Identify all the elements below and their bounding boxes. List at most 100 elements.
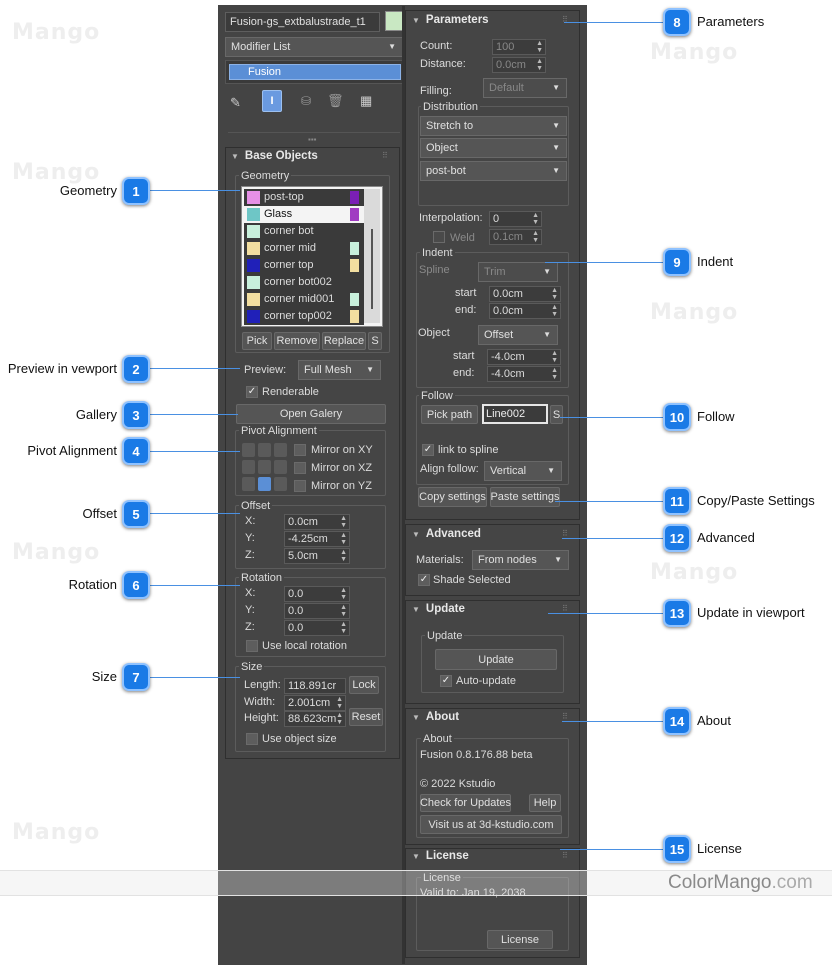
geometry-list-item[interactable]: Glass xyxy=(244,206,364,223)
object-mode-dropdown[interactable]: Offset ▼ xyxy=(478,325,558,345)
help-button[interactable]: Help xyxy=(529,794,561,812)
mirror-xz-checkbox[interactable] xyxy=(294,462,306,474)
use-local-rotation-checkbox[interactable] xyxy=(246,640,258,652)
rollout-grip-icon[interactable]: ⠿ xyxy=(562,529,568,538)
lock-button[interactable]: Lock xyxy=(349,676,379,694)
count-spinner[interactable]: 100 ▲ ▼ xyxy=(492,39,546,55)
rotation-label: Rotation xyxy=(239,572,284,584)
length-spinner[interactable]: 118.891cr xyxy=(284,678,346,694)
geometry-list-item[interactable]: post-top xyxy=(244,189,364,206)
base-objects-header[interactable]: ▼ Base Objects xyxy=(231,150,318,162)
rollout-grip-icon[interactable]: ⠿ xyxy=(562,604,568,613)
shade-selected-checkbox[interactable]: ✓ xyxy=(418,574,430,586)
distribution-mode-dropdown[interactable]: Stretch to ▼ xyxy=(420,116,567,136)
remove-modifier-icon[interactable]: 🗑 xyxy=(327,93,344,109)
materials-dropdown[interactable]: From nodes ▼ xyxy=(472,550,569,570)
offset-y-spinner[interactable]: -4.25cm ▲ ▼ xyxy=(284,531,350,547)
geometry-list-item[interactable]: corner mid001 xyxy=(244,291,364,308)
configure-sets-icon[interactable]: ▦ xyxy=(360,93,372,109)
rotation-z-spinner[interactable]: 0.0 ▲ ▼ xyxy=(284,620,350,636)
pivot-cell[interactable] xyxy=(258,477,271,491)
align-follow-dropdown[interactable]: Vertical ▼ xyxy=(484,461,562,481)
geometry-list-item[interactable]: corner bot xyxy=(244,223,364,240)
rollout-grip-icon[interactable]: ⠿ xyxy=(382,151,388,160)
auto-update-checkbox[interactable]: ✓ xyxy=(440,675,452,687)
offset-x-spinner[interactable]: 0.0cm ▲ ▼ xyxy=(284,514,350,530)
modifier-list-dropdown[interactable]: Modifier List ▼ xyxy=(225,37,403,57)
interpolation-spinner[interactable]: 0 ▲ ▼ xyxy=(489,211,542,227)
geometry-list-item[interactable]: corner bot002 xyxy=(244,274,364,291)
update-button[interactable]: Update xyxy=(435,649,557,670)
stack-item-fusion[interactable]: Fusion xyxy=(229,64,401,80)
check-updates-button[interactable]: Check for Updates xyxy=(420,794,511,812)
pick-path-button[interactable]: Pick path xyxy=(421,405,478,424)
list-scrollbar[interactable] xyxy=(364,189,380,323)
geometry-secondary-swatch xyxy=(350,208,359,221)
paste-settings-button[interactable]: Paste settings xyxy=(490,487,560,507)
pivot-cell[interactable] xyxy=(274,477,287,491)
spline-mode-dropdown[interactable]: Trim ▼ xyxy=(478,262,558,282)
use-object-size-checkbox[interactable] xyxy=(246,733,258,745)
spline-start-spinner[interactable]: 0.0cm ▲ ▼ xyxy=(489,286,561,302)
weld-checkbox[interactable] xyxy=(433,231,445,243)
scrollbar-thumb[interactable] xyxy=(371,229,373,309)
object-name: Fusion-gs_extbalustrade_t1 xyxy=(230,16,366,28)
preview-dropdown[interactable]: Full Mesh ▼ xyxy=(298,360,381,380)
license-header[interactable]: ▼ License xyxy=(412,850,469,862)
mirror-xy-checkbox[interactable] xyxy=(294,444,306,456)
update-header[interactable]: ▼ Update xyxy=(412,603,465,615)
renderable-checkbox[interactable]: ✓ xyxy=(246,386,258,398)
geometry-list-item[interactable]: corner top xyxy=(244,257,364,274)
reset-button[interactable]: Reset xyxy=(349,708,383,726)
pick-button[interactable]: Pick xyxy=(242,332,272,350)
auto-update-label: Auto-update xyxy=(456,675,516,687)
callout-badge: 6 xyxy=(122,571,150,599)
distribution-target-dropdown[interactable]: Object ▼ xyxy=(420,138,567,158)
pivot-cell[interactable] xyxy=(258,460,271,474)
show-end-result-icon[interactable]: I xyxy=(262,90,282,112)
object-end-spinner[interactable]: -4.0cm ▲ ▼ xyxy=(487,366,561,382)
open-gallery-button[interactable]: Open Galery xyxy=(236,404,386,424)
license-button[interactable]: License xyxy=(487,930,553,949)
rollout-grip-icon[interactable]: ⠿ xyxy=(562,851,568,860)
rotation-x-spinner[interactable]: 0.0 ▲ ▼ xyxy=(284,586,350,602)
about-header[interactable]: ▼ About xyxy=(412,711,459,723)
rollout-grip-icon[interactable]: ⠿ xyxy=(562,712,568,721)
distribution-object-dropdown[interactable]: post-bot ▼ xyxy=(420,161,567,181)
pivot-cell[interactable] xyxy=(242,443,255,457)
offset-z-spinner[interactable]: 5.0cm ▲ ▼ xyxy=(284,548,350,564)
path-s-button[interactable]: S xyxy=(550,405,563,424)
rotation-y-spinner[interactable]: 0.0 ▲ ▼ xyxy=(284,603,350,619)
advanced-header[interactable]: ▼ Advanced xyxy=(412,528,481,540)
mirror-yz-checkbox[interactable] xyxy=(294,480,306,492)
s-button[interactable]: S xyxy=(368,332,382,350)
pivot-cell[interactable] xyxy=(242,477,255,491)
width-spinner[interactable]: 2.001cm ▲ ▼ xyxy=(284,695,346,711)
object-color-swatch[interactable] xyxy=(385,11,403,31)
replace-button[interactable]: Replace xyxy=(322,332,366,350)
make-unique-icon[interactable]: ⛁ xyxy=(301,94,311,108)
height-spinner[interactable]: 88.623cm ▲ ▼ xyxy=(284,711,346,727)
pivot-cell[interactable] xyxy=(242,460,255,474)
object-name-field[interactable]: Fusion-gs_extbalustrade_t1 xyxy=(225,12,380,32)
link-to-spline-checkbox[interactable]: ✓ xyxy=(422,444,434,456)
object-start-spinner[interactable]: -4.0cm ▲ ▼ xyxy=(487,349,561,365)
weld-spinner[interactable]: 0.1cm ▲ ▼ xyxy=(489,229,542,245)
parameters-header[interactable]: ▼ Parameters xyxy=(412,14,489,26)
pivot-cell[interactable] xyxy=(258,443,271,457)
copy-settings-button[interactable]: Copy settings xyxy=(418,487,487,507)
distance-spinner[interactable]: 0.0cm ▲ ▼ xyxy=(492,57,546,73)
pivot-cell[interactable] xyxy=(274,460,287,474)
path-field[interactable]: Line002 xyxy=(482,404,548,424)
geometry-list[interactable]: post-top Glass corner bot corner mid corner … xyxy=(241,186,383,327)
filling-dropdown[interactable]: Default ▼ xyxy=(483,78,567,98)
geometry-list-item[interactable]: corner top002 xyxy=(244,308,364,325)
spline-end-spinner[interactable]: 0.0cm ▲ ▼ xyxy=(489,303,561,319)
resize-grip-icon[interactable]: ▪▪▪ xyxy=(308,135,317,144)
remove-button[interactable]: Remove xyxy=(274,332,320,350)
pivot-cell[interactable] xyxy=(274,443,287,457)
geometry-list-item[interactable]: corner mid xyxy=(244,240,364,257)
visit-website-button[interactable]: Visit us at 3d-kstudio.com xyxy=(420,815,562,834)
offset-label: Offset xyxy=(239,500,273,512)
pin-stack-icon[interactable]: ✎ xyxy=(230,95,241,111)
